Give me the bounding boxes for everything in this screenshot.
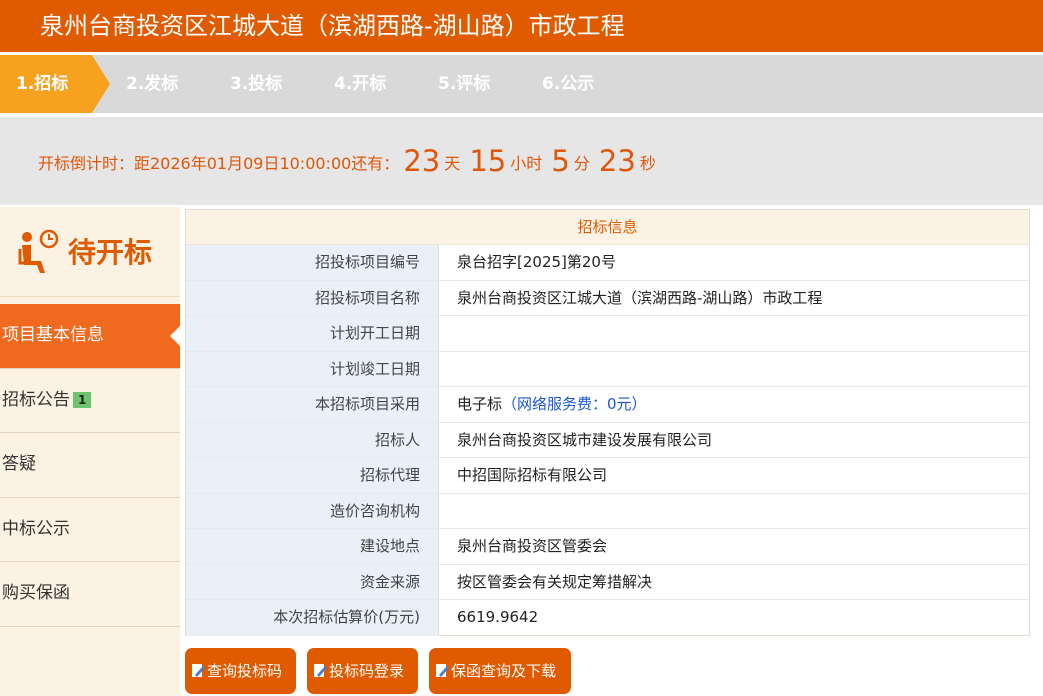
table-row: 招投标项目名称 泉州台商投资区江城大道（滨湖西路-湖山路）市政工程 — [186, 280, 1029, 316]
countdown-minutes-unit: 分 — [573, 154, 590, 173]
table-row: 计划竣工日期 — [186, 351, 1029, 387]
table-row: 本招标项目采用 电子标（网络服务费：0元） — [186, 387, 1029, 423]
step-evaluation[interactable]: 5.评标 — [438, 55, 490, 113]
countdown-days-unit: 天 — [444, 154, 461, 173]
row-label: 资金来源 — [186, 564, 439, 599]
countdown-prefix: 开标倒计时：距2026年01月09日10:00:00还有： — [38, 154, 400, 173]
sidebar-item-buy-guarantee[interactable]: 购买保函 — [0, 562, 180, 627]
bidding-info-panel: 招标信息 招投标项目编号 泉台招字[2025]第20号 招投标项目名称 泉州台商投资… — [185, 209, 1030, 636]
sidebar-item-label: 答疑 — [2, 454, 36, 474]
row-value — [439, 494, 1029, 529]
countdown-seconds-unit: 秒 — [639, 154, 656, 173]
button-label: 投标码登录 — [329, 662, 405, 680]
sidebar-item-label: 中标公示 — [2, 518, 70, 539]
row-value — [439, 352, 1029, 387]
row-label: 本招标项目采用 — [186, 387, 439, 422]
row-value: 泉州台商投资区管委会 — [457, 537, 608, 555]
row-value: 按区管委会有关规定筹措解决 — [457, 572, 653, 591]
status-text: 待开标 — [68, 236, 153, 269]
sidebar-item-qa[interactable]: 答疑 — [0, 433, 180, 498]
panel-title: 招标信息 — [186, 210, 1029, 245]
bid-type-value: 电子标 — [457, 395, 503, 413]
row-label: 招标代理 — [186, 458, 439, 493]
step-issue[interactable]: 2.发标 — [126, 55, 178, 113]
row-value: 泉台招字[2025]第20号 — [457, 253, 616, 271]
row-value — [439, 316, 1029, 351]
sidebar-item-label: 招标公告 — [2, 389, 70, 410]
bid-opening-countdown: 开标倒计时：距2026年01月09日10:00:00还有： 23 天 15 小时 5分… — [0, 117, 1043, 205]
row-label: 招标人 — [186, 422, 439, 457]
edit-document-icon — [436, 664, 449, 677]
countdown-hours: 15 — [469, 144, 507, 178]
query-bid-code-button[interactable]: 查询投标码 — [185, 648, 296, 694]
table-row: 本次招标估算价(万元) 6619.9642 — [186, 600, 1029, 636]
process-steps: 1.招标 2.发标 3.投标 4.开标 5.评标 6.公示 — [0, 55, 1043, 113]
table-row: 计划开工日期 — [186, 316, 1029, 352]
project-status: 待开标 — [0, 207, 180, 297]
step-bidding-invitation[interactable]: 1.招标 — [0, 55, 110, 113]
row-value: 中招国际招标有限公司 — [457, 466, 608, 484]
bid-code-login-button[interactable]: 投标码登录 — [307, 648, 418, 694]
row-value: 泉州台商投资区江城大道（滨湖西路-湖山路）市政工程 — [457, 288, 823, 307]
step-bid-submission[interactable]: 3.投标 — [230, 55, 282, 113]
row-label: 建设地点 — [186, 529, 439, 564]
sidebar-item-announcement[interactable]: 招标公告 1 — [0, 369, 180, 433]
row-label: 造价咨询机构 — [186, 493, 439, 528]
edit-document-icon — [314, 664, 327, 677]
row-label: 本次招标估算价(万元) — [186, 600, 439, 636]
countdown-seconds: 23 — [598, 144, 636, 178]
row-label: 计划竣工日期 — [186, 351, 439, 386]
table-row: 建设地点 泉州台商投资区管委会 — [186, 529, 1029, 565]
sidebar-item-label: 项目基本信息 — [2, 325, 104, 345]
row-value: 6619.9642 — [457, 608, 539, 626]
step-publicity[interactable]: 6.公示 — [542, 55, 594, 113]
countdown-minutes: 5 — [551, 144, 570, 178]
row-value: 电子标（网络服务费：0元） — [439, 387, 1029, 422]
table-row: 招标人 泉州台商投资区城市建设发展有限公司 — [186, 422, 1029, 458]
service-fee-note: （网络服务费：0元） — [502, 395, 647, 413]
sidebar-item-project-info[interactable]: 项目基本信息 — [0, 304, 180, 369]
table-row: 资金来源 按区管委会有关规定筹措解决 — [186, 564, 1029, 600]
table-row: 招投标项目编号 泉台招字[2025]第20号 — [186, 245, 1029, 281]
row-label: 招投标项目名称 — [186, 280, 439, 315]
step-bid-opening[interactable]: 4.开标 — [334, 55, 386, 113]
guarantee-query-download-button[interactable]: 保函查询及下载 — [429, 648, 571, 694]
sidebar-item-label: 购买保函 — [2, 583, 70, 603]
edit-document-icon — [192, 664, 205, 677]
table-row: 造价咨询机构 — [186, 493, 1029, 529]
button-label: 查询投标码 — [207, 662, 283, 680]
row-label: 招投标项目编号 — [186, 245, 439, 280]
sidebar-item-award-notice[interactable]: 中标公示 — [0, 498, 180, 562]
row-label: 计划开工日期 — [186, 316, 439, 351]
countdown-days: 23 — [403, 144, 441, 178]
count-badge: 1 — [73, 391, 92, 408]
button-label: 保函查询及下载 — [451, 662, 557, 680]
page-title: 泉州台商投资区江城大道（滨湖西路-湖山路）市政工程 — [0, 0, 1043, 52]
row-value: 泉州台商投资区城市建设发展有限公司 — [457, 430, 713, 449]
countdown-hours-unit: 小时 — [510, 154, 543, 173]
sidebar: 待开标 项目基本信息 招标公告 1 答疑 中标公示 购买保函 — [0, 207, 180, 696]
waiting-person-clock-icon — [18, 229, 59, 273]
table-row: 招标代理 中招国际招标有限公司 — [186, 458, 1029, 494]
